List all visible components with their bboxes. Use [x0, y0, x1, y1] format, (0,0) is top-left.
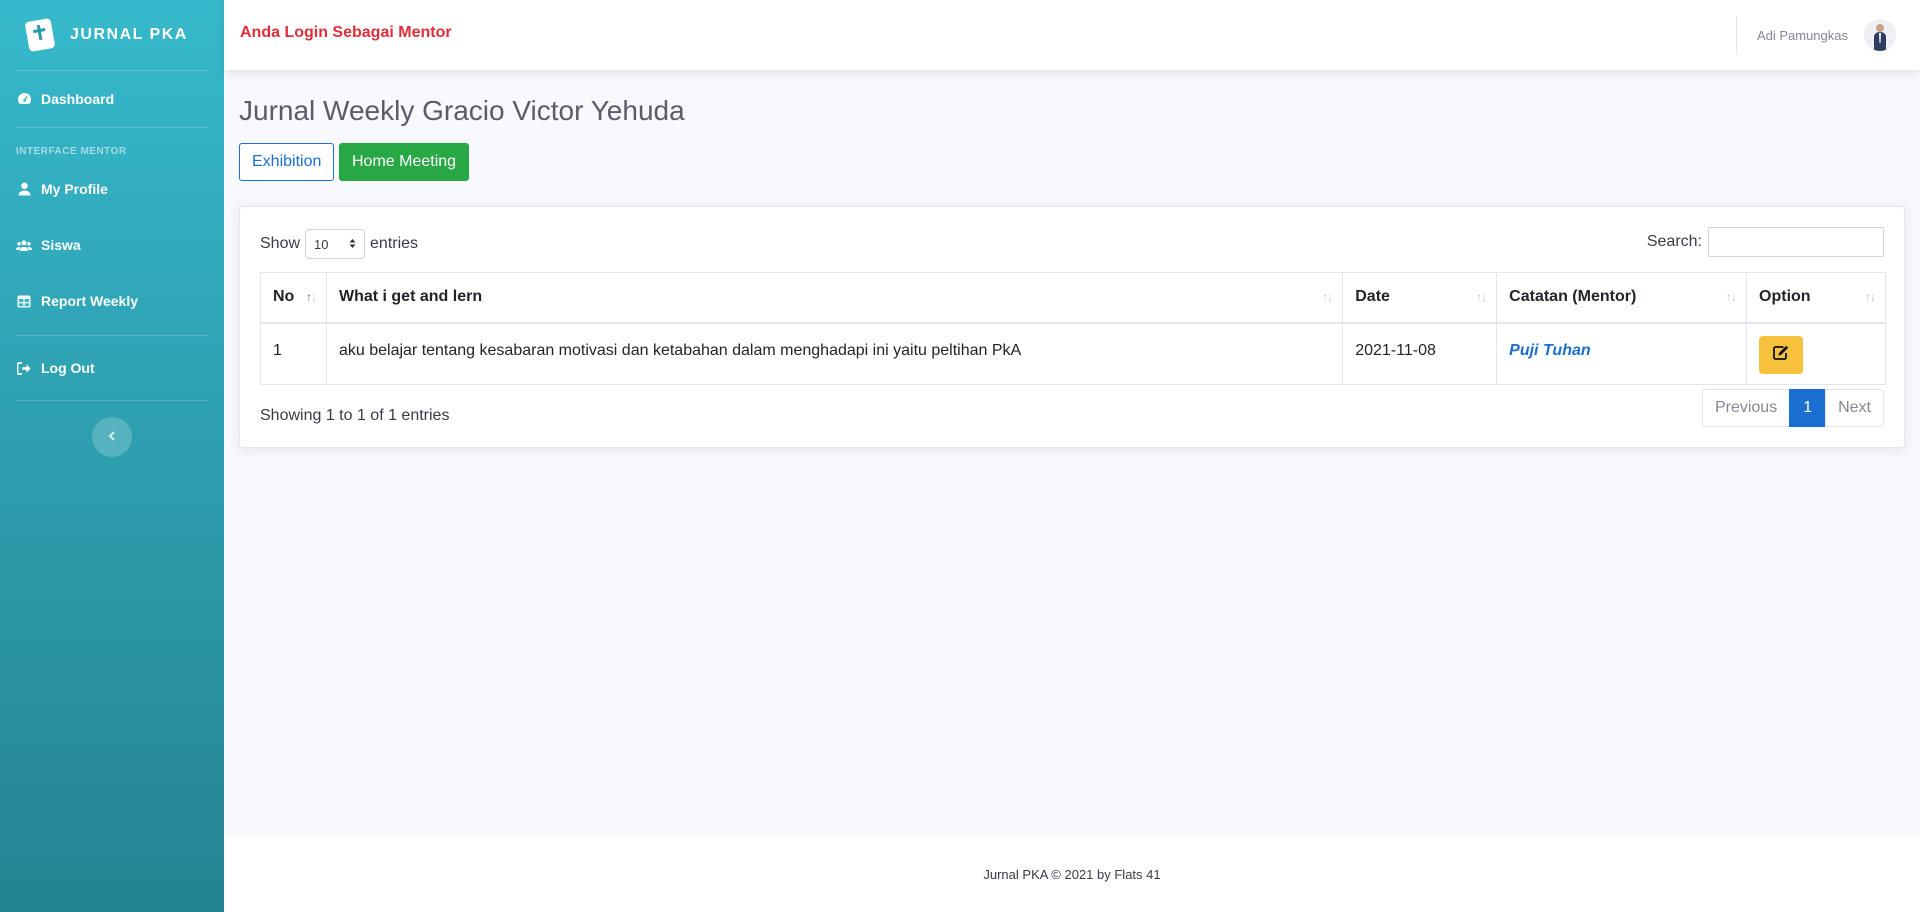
user-icon [16, 181, 32, 197]
brand-name: JURNAL PKA [70, 26, 188, 43]
chevron-left-icon [108, 428, 116, 446]
sort-icon: ↑↓ [1726, 290, 1737, 304]
cell-option [1746, 322, 1886, 385]
sort-icon: ↑↓ [1865, 290, 1876, 304]
entries-length-control: Show 10 entries [260, 229, 418, 259]
entries-label: entries [370, 235, 419, 252]
table-icon [16, 293, 32, 309]
show-label: Show [260, 235, 301, 252]
footer: Jurnal PKA © 2021 by Flats 41 [224, 836, 1920, 912]
sort-asc-icon: ↑↓ [305, 290, 317, 304]
mentor-note[interactable]: Puji Tuhan [1509, 342, 1590, 359]
cell-no: 1 [260, 322, 327, 385]
footer-copyright: Jurnal PKA © 2021 by Flats 41 [983, 866, 1161, 882]
column-header-what[interactable]: What i get and lern ↑↓ [325, 272, 1344, 324]
column-header-label: Option [1759, 288, 1811, 306]
exhibition-button[interactable]: Exhibition [239, 143, 335, 181]
sort-icon: ↑↓ [1322, 290, 1333, 304]
sidebar-item-label: My Profile [41, 181, 108, 197]
user-name[interactable]: Adi Pamungkas [1757, 28, 1848, 43]
sort-icon: ↑↓ [1476, 290, 1487, 304]
edit-button[interactable] [1759, 335, 1804, 374]
sidebar-item-label: Siswa [41, 237, 81, 253]
edit-icon [1773, 345, 1789, 365]
pagination-previous[interactable]: Previous [1701, 389, 1791, 427]
search-label: Search: [1646, 233, 1702, 250]
avatar[interactable] [1864, 19, 1896, 51]
column-header-label: No [273, 288, 295, 306]
topbar-divider [1736, 16, 1737, 54]
table-row: 1 aku belajar tentang kesabaran motivasi… [260, 322, 1886, 385]
sidebar-heading: INTERFACE MENTOR [16, 146, 127, 157]
pagination-page-1[interactable]: 1 [1789, 389, 1827, 427]
pagination-next[interactable]: Next [1825, 389, 1884, 427]
column-header-label: Date [1355, 288, 1390, 306]
entries-select[interactable]: 10 [305, 229, 366, 259]
column-header-no[interactable]: No ↑↓ [260, 272, 327, 324]
sidebar-item-label: Log Out [41, 360, 95, 376]
sidebar-item-siswa[interactable]: Siswa [0, 217, 224, 273]
sidebar-toggle-button[interactable] [92, 417, 132, 457]
select-arrows-icon [349, 237, 356, 252]
topbar: Anda Login Sebagai Mentor Adi Pamungkas [224, 0, 1920, 70]
sidebar-item-label: Dashboard [41, 91, 115, 107]
journal-table: No ↑↓ What i get and lern ↑↓ Date ↑↓ Cat… [260, 272, 1886, 385]
login-status-text: Anda Login Sebagai Mentor [240, 24, 452, 41]
search-input[interactable] [1708, 227, 1884, 257]
sidebar-item-my-profile[interactable]: My Profile [0, 161, 224, 217]
cell-catatan: Puji Tuhan [1496, 322, 1748, 385]
sidebar-item-log-out[interactable]: Log Out [0, 336, 224, 400]
table-header-row: No ↑↓ What i get and lern ↑↓ Date ↑↓ Cat… [260, 272, 1886, 324]
column-header-catatan[interactable]: Catatan (Mentor) ↑↓ [1496, 272, 1748, 324]
entries-select-value: 10 [314, 236, 329, 252]
page-title: Jurnal Weekly Gracio Victor Yehuda [239, 95, 685, 126]
sidebar-item-dashboard[interactable]: Dashboard [0, 71, 224, 127]
cell-date: 2021-11-08 [1342, 322, 1498, 385]
tachometer-icon [16, 91, 32, 107]
column-header-option[interactable]: Option ↑↓ [1746, 272, 1886, 324]
bible-icon [22, 17, 58, 53]
sidebar-item-report-weekly[interactable]: Report Weekly [0, 273, 224, 329]
journal-table-card: Show 10 entries Search: No ↑↓ What i get… [239, 206, 1905, 448]
cell-what: aku belajar tentang kesabaran motivasi d… [325, 322, 1344, 385]
sidebar-item-label: Report Weekly [41, 293, 138, 309]
column-header-date[interactable]: Date ↑↓ [1342, 272, 1498, 324]
users-icon [16, 237, 32, 253]
sign-out-icon [16, 360, 32, 376]
column-header-label: What i get and lern [338, 288, 483, 306]
table-search: Search: [1647, 227, 1884, 257]
sidebar: JURNAL PKA Dashboard INTERFACE MENTOR My… [0, 0, 224, 912]
home-meeting-button[interactable]: Home Meeting [339, 143, 470, 181]
column-header-label: Catatan (Mentor) [1509, 288, 1637, 306]
brand[interactable]: JURNAL PKA [0, 0, 224, 70]
pagination: Previous 1 Next [1701, 389, 1884, 427]
table-info: Showing 1 to 1 of 1 entries [260, 407, 450, 424]
sidebar-divider [16, 400, 208, 401]
